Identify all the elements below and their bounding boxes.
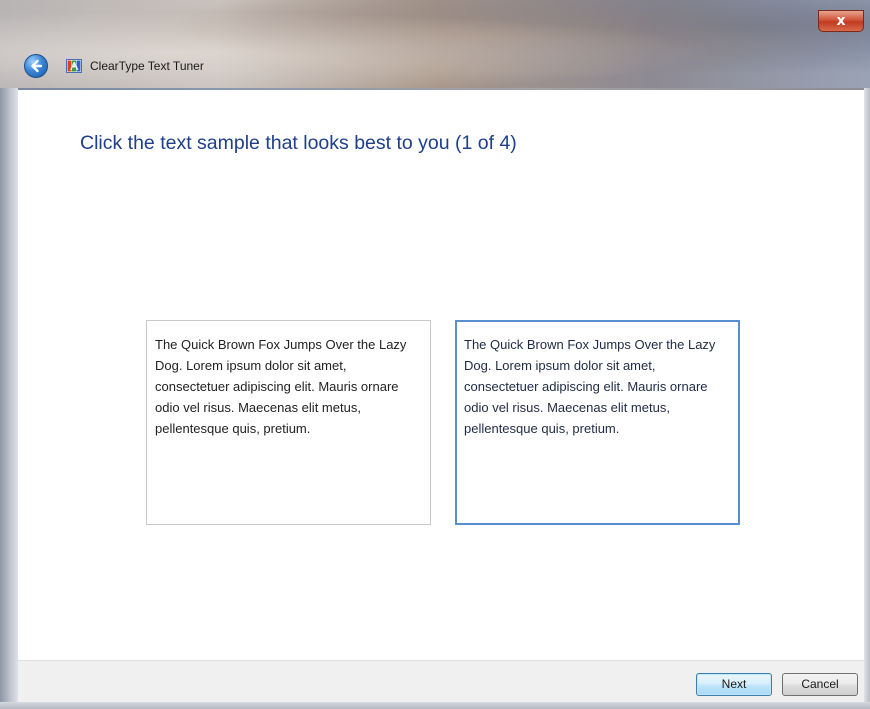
cleartype-icon bbox=[66, 59, 82, 73]
close-icon: x bbox=[836, 13, 846, 29]
sample-text: The Quick Brown Fox Jumps Over the Lazy … bbox=[155, 337, 407, 436]
window-right-border bbox=[864, 88, 870, 709]
close-button[interactable]: x bbox=[818, 10, 864, 32]
cancel-button[interactable]: Cancel bbox=[782, 673, 858, 696]
window-title: ClearType Text Tuner bbox=[90, 59, 204, 73]
page-heading: Click the text sample that looks best to… bbox=[80, 132, 517, 154]
text-sample-option-2[interactable]: The Quick Brown Fox Jumps Over the Lazy … bbox=[455, 320, 740, 525]
text-sample-option-1[interactable]: The Quick Brown Fox Jumps Over the Lazy … bbox=[146, 320, 431, 525]
button-bar: Next Cancel bbox=[18, 660, 864, 703]
sample-text: The Quick Brown Fox Jumps Over the Lazy … bbox=[464, 337, 716, 436]
title-bar: x ClearType Text Tuner bbox=[0, 0, 870, 88]
window-left-border bbox=[0, 88, 18, 709]
next-button[interactable]: Next bbox=[696, 673, 772, 696]
window-bottom-border bbox=[0, 702, 870, 709]
back-button[interactable] bbox=[24, 54, 48, 78]
cleartype-window: x ClearType Text Tuner Click the text sa… bbox=[0, 0, 870, 709]
wizard-content: Click the text sample that looks best to… bbox=[18, 90, 864, 703]
back-arrow-icon bbox=[31, 59, 43, 73]
